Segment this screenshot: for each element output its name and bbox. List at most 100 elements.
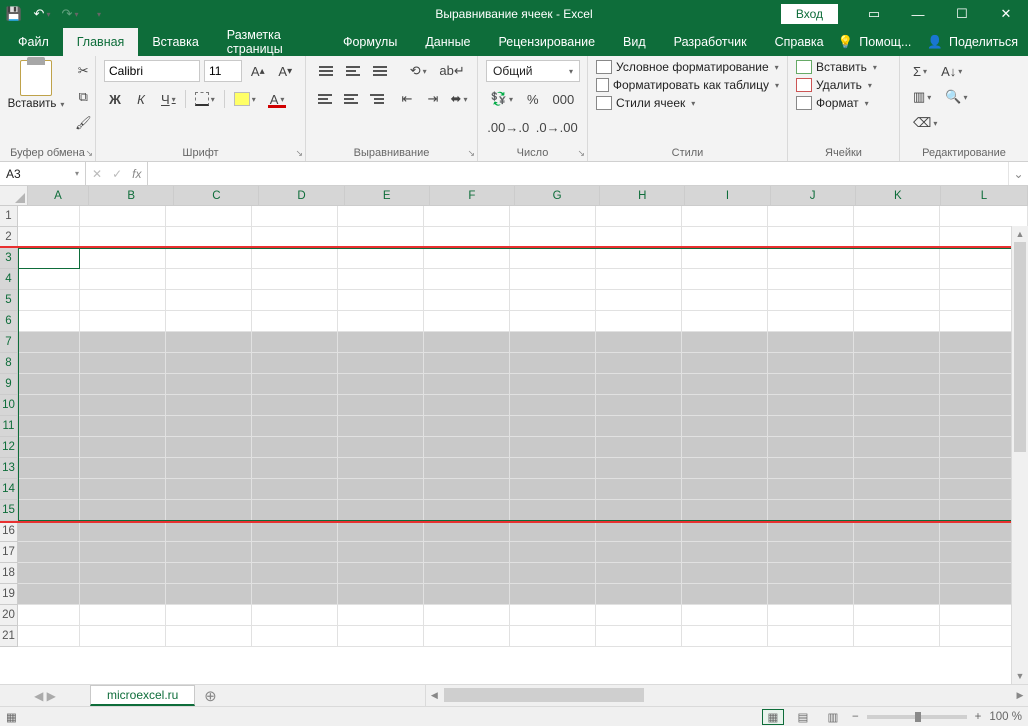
tab-view[interactable]: Вид	[609, 28, 660, 56]
orientation-button[interactable]: ⟲▾	[405, 60, 431, 82]
delete-cells-button[interactable]: Удалить▾	[796, 78, 891, 92]
row-header[interactable]: 3	[0, 248, 18, 269]
cancel-formula-icon[interactable]: ✕	[92, 167, 102, 181]
italic-button[interactable]: К	[130, 88, 152, 110]
clear-button[interactable]: ⌫▾	[908, 112, 942, 134]
column-header[interactable]: C	[174, 186, 259, 205]
find-select-button[interactable]: 🔍▾	[940, 86, 972, 108]
tab-formulas[interactable]: Формулы	[329, 28, 411, 56]
vertical-scrollbar[interactable]: ▲ ▼	[1011, 226, 1028, 684]
sort-filter-button[interactable]: A↓▾	[936, 60, 967, 82]
formula-input[interactable]	[148, 162, 1008, 185]
wrap-text-button[interactable]: ab↵	[435, 60, 469, 82]
sheet-tab[interactable]: microexcel.ru	[90, 685, 195, 706]
expand-formula-bar-icon[interactable]: ⌄	[1008, 162, 1028, 185]
horizontal-scroll-thumb[interactable]	[444, 688, 644, 702]
select-all-corner[interactable]	[0, 186, 28, 205]
column-header[interactable]: F	[430, 186, 515, 205]
align-middle-button[interactable]	[341, 60, 364, 82]
tab-insert[interactable]: Вставка	[138, 28, 212, 56]
cut-button[interactable]: ✂	[70, 60, 97, 82]
row-header[interactable]: 13	[0, 458, 18, 479]
zoom-in-button[interactable]: +	[975, 711, 982, 723]
tab-page-layout[interactable]: Разметка страницы	[213, 28, 329, 56]
scroll-left-icon[interactable]: ◀	[426, 685, 442, 706]
fill-button[interactable]: ▥▾	[908, 86, 936, 108]
decrease-decimal-button[interactable]: .0→.00	[535, 116, 580, 138]
minimize-button[interactable]: —	[896, 0, 940, 28]
row-header[interactable]: 2	[0, 227, 18, 248]
underline-button[interactable]: Ч▾	[156, 88, 181, 110]
merge-center-button[interactable]: ⬌▾	[448, 88, 470, 110]
column-header[interactable]: B	[89, 186, 174, 205]
row-header[interactable]: 19	[0, 584, 18, 605]
row-header[interactable]: 16	[0, 521, 18, 542]
row-header[interactable]: 14	[0, 479, 18, 500]
decrease-indent-button[interactable]: ⇤	[396, 88, 418, 110]
row-header[interactable]: 21	[0, 626, 18, 647]
font-size-select[interactable]	[204, 60, 242, 82]
format-as-table-button[interactable]: Форматировать как таблицу▾	[596, 78, 779, 92]
normal-view-button[interactable]: ▦	[762, 709, 784, 725]
fill-color-button[interactable]: ▾	[229, 88, 261, 110]
accounting-format-button[interactable]: 💱▾	[486, 88, 518, 110]
borders-button[interactable]: ▾	[190, 88, 220, 110]
close-button[interactable]: ✕	[984, 0, 1028, 28]
row-header[interactable]: 4	[0, 269, 18, 290]
font-color-button[interactable]: А▾	[265, 88, 290, 110]
enter-formula-icon[interactable]: ✓	[112, 167, 122, 181]
maximize-button[interactable]: ☐	[940, 0, 984, 28]
row-header[interactable]: 15	[0, 500, 18, 521]
clipboard-launcher-icon[interactable]: ↘	[85, 148, 93, 159]
percent-button[interactable]: %	[522, 88, 544, 110]
scroll-down-icon[interactable]: ▼	[1012, 668, 1028, 684]
align-top-button[interactable]	[314, 60, 337, 82]
increase-indent-button[interactable]: ⇥	[422, 88, 444, 110]
font-name-select[interactable]	[104, 60, 200, 82]
save-icon[interactable]: 💾	[0, 0, 28, 28]
tab-review[interactable]: Рецензирование	[485, 28, 610, 56]
tell-me[interactable]: 💡Помощ...	[838, 35, 912, 50]
cell-styles-button[interactable]: Стили ячеек▾	[596, 96, 779, 110]
page-layout-view-button[interactable]: ▤	[792, 709, 814, 725]
row-header[interactable]: 11	[0, 416, 18, 437]
row-header[interactable]: 12	[0, 437, 18, 458]
zoom-level[interactable]: 100 %	[989, 711, 1022, 723]
page-break-view-button[interactable]: ▥	[822, 709, 844, 725]
row-header[interactable]: 1	[0, 206, 18, 227]
insert-function-icon[interactable]: fx	[132, 167, 141, 181]
insert-cells-button[interactable]: Вставить▾	[796, 60, 891, 74]
name-box[interactable]: A3▾	[0, 162, 86, 185]
zoom-out-button[interactable]: −	[852, 711, 859, 723]
row-header[interactable]: 8	[0, 353, 18, 374]
alignment-launcher-icon[interactable]: ↘	[467, 148, 475, 159]
column-header[interactable]: L	[941, 186, 1028, 205]
login-button[interactable]: Вход	[781, 4, 838, 24]
column-header[interactable]: D	[259, 186, 344, 205]
format-painter-button[interactable]: 🖌	[70, 112, 97, 134]
column-header[interactable]: G	[515, 186, 600, 205]
tab-data[interactable]: Данные	[411, 28, 484, 56]
horizontal-scrollbar[interactable]: ◀ ▶	[425, 685, 1028, 706]
paste-button[interactable]: Вставить▾	[8, 98, 65, 110]
column-header[interactable]: H	[600, 186, 685, 205]
undo-button[interactable]: ↶▾	[28, 0, 56, 28]
row-header[interactable]: 9	[0, 374, 18, 395]
align-bottom-button[interactable]	[368, 60, 391, 82]
shrink-font-button[interactable]: A▾	[274, 60, 298, 82]
row-header[interactable]: 5	[0, 290, 18, 311]
copy-button[interactable]: ⧉	[70, 86, 97, 108]
conditional-formatting-button[interactable]: Условное форматирование▾	[596, 60, 779, 74]
tab-help[interactable]: Справка	[761, 28, 838, 56]
bold-button[interactable]: Ж	[104, 88, 126, 110]
align-right-button[interactable]	[366, 88, 388, 110]
column-header[interactable]: K	[856, 186, 941, 205]
increase-decimal-button[interactable]: .00→.0	[486, 116, 531, 138]
font-launcher-icon[interactable]: ↘	[295, 148, 303, 159]
new-sheet-button[interactable]: ⊕	[195, 685, 225, 706]
row-header[interactable]: 10	[0, 395, 18, 416]
format-cells-button[interactable]: Формат▾	[796, 96, 891, 110]
scroll-up-icon[interactable]: ▲	[1012, 226, 1028, 242]
share-button[interactable]: 👤Поделиться	[927, 35, 1018, 50]
redo-button[interactable]: ↷▾	[56, 0, 84, 28]
